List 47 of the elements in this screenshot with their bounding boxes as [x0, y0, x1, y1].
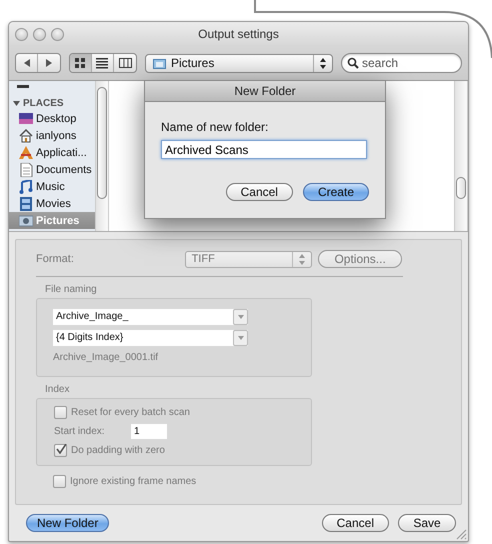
field-label: Name of new folder:	[161, 120, 270, 134]
sidebar-item[interactable]: ianlyons	[9, 127, 95, 144]
folder-name-field[interactable]: Archived Scans	[161, 140, 367, 159]
dropdown-arrow-icon	[238, 315, 244, 319]
section-header: PLACES	[23, 98, 64, 109]
photo-icon	[19, 214, 33, 228]
left-triangle-icon	[22, 57, 32, 69]
search-icon	[347, 57, 359, 69]
sidebar-item[interactable]: Desktop	[9, 110, 95, 127]
checkbox-label: Reset for every batch scan	[71, 406, 190, 418]
save-button[interactable]: Save	[398, 514, 456, 532]
columns-icon	[118, 57, 132, 69]
checkbox-label: Do padding with zero	[71, 444, 165, 456]
group-title: File naming	[45, 284, 98, 296]
cancel-button[interactable]: Cancel	[226, 183, 293, 201]
group-title: Index	[45, 384, 70, 396]
sidebar-item[interactable]: Documents	[9, 161, 95, 178]
film-icon	[19, 196, 33, 210]
view-button[interactable]	[70, 54, 92, 72]
view-switcher[interactable]	[69, 53, 137, 73]
document-icon	[19, 162, 33, 176]
filename-preview: Archive_Image_0001.tif	[53, 352, 160, 363]
right-triangle-icon	[44, 57, 54, 69]
scrollbar[interactable]	[454, 81, 468, 231]
dialog-title: New Folder	[145, 81, 385, 102]
sidebar-item[interactable]: Movies	[9, 195, 95, 212]
sidebar-item[interactable]: Applicati...	[9, 144, 95, 161]
scrollbar[interactable]	[95, 81, 109, 231]
desktop-icon	[19, 112, 33, 126]
grid-icon	[74, 57, 87, 69]
checkbox-label: Ignore existing frame names	[70, 476, 196, 486]
checkmark-icon	[56, 444, 67, 454]
list-icon	[96, 57, 109, 69]
start-index-label: Start index:	[54, 426, 106, 436]
music-note-icon	[19, 180, 33, 194]
navigation-control[interactable]	[15, 53, 61, 73]
location-popup[interactable]: Pictures	[145, 54, 333, 72]
search-field[interactable]: search	[341, 53, 462, 73]
create-button[interactable]: Create	[302, 183, 369, 201]
cancel-button[interactable]: Cancel	[322, 514, 389, 532]
sidebar-item[interactable]: Music	[9, 178, 95, 195]
folder-icon	[153, 56, 166, 70]
dropdown-arrow-icon	[238, 336, 244, 340]
house-icon	[19, 128, 33, 142]
format-label: Format:	[36, 253, 75, 265]
window-title: Output settings	[197, 27, 280, 41]
new-folder-button[interactable]: New Folder	[26, 514, 110, 532]
